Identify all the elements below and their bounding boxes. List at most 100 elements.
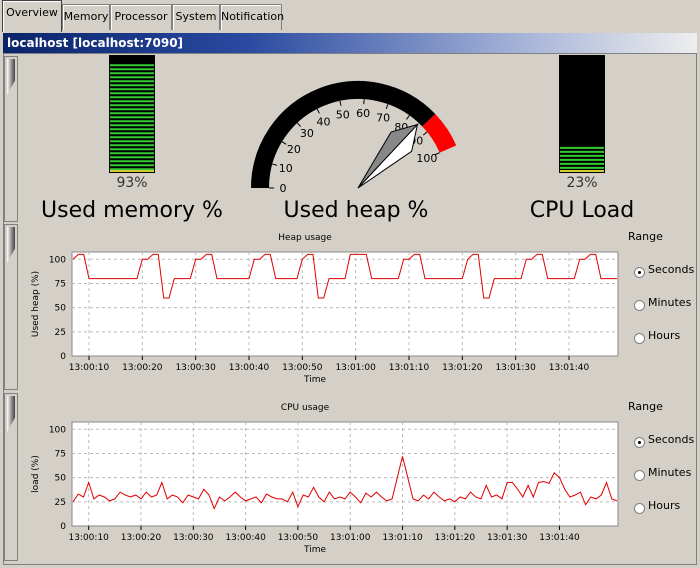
x-tick-label: 13:01:30 — [495, 363, 536, 373]
used-memory-caption: Used memory % — [41, 198, 223, 223]
cpu-bar-segment — [560, 146, 604, 149]
heap-range-minutes-label[interactable]: Minutes — [648, 296, 691, 309]
x-tick-label: 13:00:20 — [122, 363, 163, 373]
y-tick-label: 25 — [55, 498, 66, 508]
used-heap-dial: 01020304050 60 708090100 — [251, 81, 457, 195]
x-axis-label: Time — [303, 545, 326, 555]
x-tick-label: 13:01:40 — [549, 363, 590, 373]
tab-processor[interactable]: Processor — [110, 4, 172, 30]
heap-range-hours-label[interactable]: Hours — [648, 329, 680, 342]
memory-bar-segment — [110, 104, 154, 107]
x-tick-label: 13:01:00 — [330, 533, 371, 543]
y-tick-label: 0 — [60, 522, 66, 532]
cpu-range-minutes-label[interactable]: Minutes — [648, 466, 691, 479]
memory-bar-base — [110, 170, 154, 172]
dial-tick-label: 100 — [416, 152, 437, 165]
memory-bar-segment — [110, 112, 154, 115]
y-tick-label: 0 — [60, 352, 66, 362]
x-tick-label: 13:00:30 — [175, 363, 216, 373]
tab-memory[interactable]: Memory — [62, 4, 110, 30]
memory-bar-segment — [110, 140, 154, 143]
memory-bar-segment — [110, 72, 154, 75]
cpu-bar-segment — [560, 166, 604, 169]
memory-bar-segment — [110, 92, 154, 95]
tab-notification[interactable]: Notification — [220, 4, 284, 30]
x-tick-label: 13:00:20 — [121, 533, 162, 543]
used-memory-bar — [109, 55, 155, 173]
x-tick-label: 13:00:50 — [278, 533, 319, 543]
cpu-range-hours-radio[interactable] — [634, 503, 645, 514]
memory-bar-segment — [110, 148, 154, 151]
dial-tick-label: 0 — [280, 182, 287, 195]
cpu-range-seconds-radio[interactable] — [634, 437, 645, 448]
heap-range-hours-radio[interactable] — [634, 333, 645, 344]
memory-bar-segment — [110, 144, 154, 147]
x-tick-label: 13:00:40 — [229, 363, 270, 373]
dial-tick — [385, 103, 389, 110]
memory-bar-segment — [110, 100, 154, 103]
tab-overview[interactable]: Overview — [2, 0, 62, 32]
memory-bar-segment — [110, 120, 154, 123]
x-tick-label: 13:01:20 — [435, 533, 476, 543]
used-heap-caption: Used heap % — [283, 198, 429, 223]
dial-tick-label: 20 — [287, 143, 301, 156]
plot-area — [71, 421, 619, 527]
heap-range-minutes-radio[interactable] — [634, 300, 645, 311]
cpu-bar-segment — [560, 158, 604, 161]
cpu-usage-chart: CPU usage 0 25 50 75 100 13:00:10 13:00:20 13:00… — [31, 403, 619, 555]
dial-tick — [272, 163, 278, 166]
heap-range-seconds-label[interactable]: Seconds — [648, 263, 694, 276]
memory-bar-segment — [110, 108, 154, 111]
cpu-range-minutes-radio[interactable] — [634, 470, 645, 481]
memory-bar-segment — [110, 76, 154, 79]
x-tick-label: 13:01:20 — [442, 363, 483, 373]
dial-tick-label: 70 — [376, 111, 390, 124]
x-tick-label: 13:01:00 — [335, 363, 376, 373]
cpu-load-percent: 23% — [566, 175, 598, 191]
plot-area — [71, 251, 619, 357]
memory-bar-segment — [110, 164, 154, 167]
dial-tick-label: 30 — [300, 127, 314, 140]
cpu-load-caption: CPU Load — [529, 198, 635, 223]
dial-tick — [406, 115, 410, 120]
heap-usage-chart: Heap usage 0 25 50 75 100 13:00:10 13:00:20 13:0… — [31, 233, 619, 385]
split-handle-middle[interactable] — [4, 224, 18, 390]
cpu-range-hours-label[interactable]: Hours — [648, 499, 680, 512]
memory-bar-segment — [110, 168, 154, 171]
used-memory-percent: 93% — [116, 175, 148, 191]
internal-frame-title: localhost [localhost:7090] — [3, 33, 697, 53]
cpu-load-bar — [559, 55, 605, 173]
tab-strip: Overview Memory Processor System Notific… — [0, 0, 700, 32]
memory-bar-segment — [110, 64, 154, 67]
dial-tick — [281, 141, 287, 145]
dial-tick — [296, 122, 302, 127]
tab-system[interactable]: System — [172, 4, 220, 30]
x-tick-label: 13:01:10 — [389, 363, 430, 373]
cpu-range-seconds-label[interactable]: Seconds — [648, 433, 694, 446]
dial-tick-label: 60 — [356, 107, 370, 120]
dial-tick-label: 10 — [279, 162, 293, 175]
heap-range-seconds-radio[interactable] — [634, 267, 645, 278]
memory-bar-segment — [110, 132, 154, 135]
split-handle-bottom[interactable] — [4, 393, 18, 561]
dial-needle-dark — [357, 123, 420, 189]
x-tick-label: 13:00:50 — [282, 363, 323, 373]
cpu-bar-base — [560, 170, 604, 172]
memory-bar-segment — [110, 80, 154, 83]
memory-bar-segment — [110, 124, 154, 127]
x-tick-label: 13:01:40 — [539, 533, 580, 543]
dial-tick-label: 40 — [317, 115, 331, 128]
y-tick-label: 100 — [49, 255, 66, 265]
memory-bar-segment — [110, 116, 154, 119]
dial-tick — [316, 108, 320, 114]
memory-bar-segment — [110, 152, 154, 155]
grip-icon — [7, 59, 15, 95]
memory-bar-segment — [110, 96, 154, 99]
memory-bar-segment — [110, 128, 154, 131]
split-handle-top[interactable] — [4, 56, 18, 222]
y-tick-label: 25 — [55, 328, 66, 338]
y-tick-label: 75 — [55, 449, 66, 459]
x-tick-label: 13:00:30 — [173, 533, 214, 543]
x-tick-label: 13:00:10 — [69, 363, 110, 373]
memory-bar-segment — [110, 156, 154, 159]
